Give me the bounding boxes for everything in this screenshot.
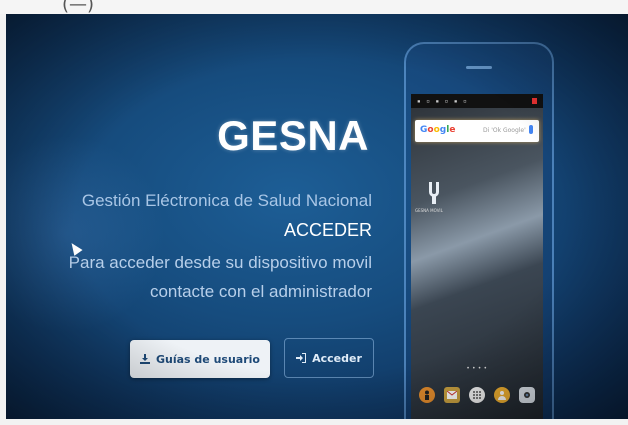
camera-icon: [518, 387, 535, 403]
download-icon: [140, 354, 150, 364]
sign-in-icon: [296, 353, 307, 363]
landing-screen: GESNA Gestión Eléctronica de Salud Nacio…: [6, 14, 628, 419]
phone-dock: [415, 382, 539, 408]
phone-status-bar: ▪ ▫ ▪ ▫ ▪ ▫: [411, 94, 543, 108]
contact-icon: [493, 387, 510, 403]
phone-search-widget: Google Di 'Ok Google': [415, 120, 539, 142]
user-guides-button-label: Guías de usuario: [156, 352, 260, 366]
phone-screen: ▪ ▫ ▪ ▫ ▪ ▫ Google Di 'Ok Google' GESNA …: [411, 94, 543, 419]
top-strip: (—): [0, 0, 628, 15]
page-title: GESNA: [217, 112, 369, 159]
status-icons: ▪ ▫ ▪ ▫ ▪ ▫: [417, 98, 468, 105]
mic-icon: [529, 125, 533, 134]
background-glow: [6, 134, 166, 334]
access-heading: ACCEDER: [283, 220, 372, 240]
login-button-label: Acceder: [312, 351, 362, 365]
login-button[interactable]: Acceder: [284, 338, 374, 378]
user-guides-button[interactable]: Guías de usuario: [130, 340, 270, 378]
mobile-info-line-1: Para acceder desde su dispositivo movil: [68, 253, 372, 272]
top-fragment-text: (—): [62, 0, 95, 15]
battery-icon: [532, 98, 537, 104]
person-icon: [419, 387, 436, 403]
phone-speaker: [466, 66, 492, 69]
google-logo: Google: [420, 125, 456, 135]
phone-mockup: ▪ ▫ ▪ ▫ ▪ ▫ Google Di 'Ok Google' GESNA …: [404, 42, 554, 419]
mobile-info-line-2: contacte con el administrador: [149, 282, 372, 301]
search-hint: Di 'Ok Google': [483, 127, 526, 134]
apps-icon: [468, 387, 485, 403]
mail-icon: [444, 387, 461, 403]
page-indicator: • • • •: [467, 366, 488, 372]
gesna-app-label: GESNA MOVIL: [415, 208, 443, 213]
gesna-app-icon: [425, 180, 443, 204]
page-subtitle: Gestión Eléctronica de Salud Nacional: [81, 191, 372, 210]
